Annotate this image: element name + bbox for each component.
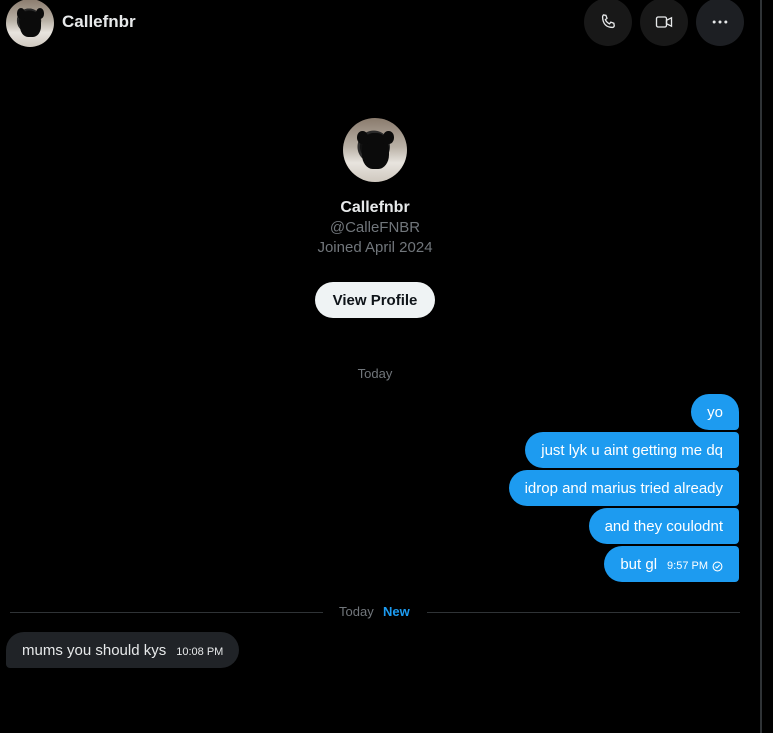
divider-label: Today: [339, 604, 374, 619]
message-text: idrop and marius tried already: [524, 479, 723, 497]
divider-line-right: [427, 612, 740, 613]
message-timestamp: 9:57 PM: [667, 560, 708, 572]
scrollbar-gutter[interactable]: [762, 0, 773, 733]
puppy-avatar-image: [357, 130, 394, 170]
header-avatar[interactable]: [6, 0, 54, 47]
view-profile-button[interactable]: View Profile: [315, 282, 435, 318]
video-camera-icon: [655, 16, 673, 28]
outgoing-message[interactable]: idrop and marius tried already: [508, 470, 739, 506]
video-call-button[interactable]: [640, 0, 688, 46]
message-text: just lyk u aint getting me dq: [541, 441, 723, 459]
seen-check-icon: [712, 561, 723, 571]
message-text: yo: [707, 403, 723, 421]
outgoing-message[interactable]: yo: [691, 394, 739, 430]
profile-name: Callefnbr: [340, 199, 410, 216]
call-button[interactable]: [584, 0, 632, 46]
profile-avatar[interactable]: [343, 118, 407, 182]
profile-joined-date: Joined April 2024: [317, 239, 433, 256]
divider-line-left: [10, 612, 323, 613]
new-messages-badge: New: [383, 604, 410, 619]
conversation-pane: Callefnbr Callefnbr @CalleFNBR Joined Ap…: [0, 0, 760, 733]
message-time: 9:57 PM: [667, 560, 723, 572]
profile-handle: @CalleFNBR: [329, 219, 421, 236]
message-text: but gl: [620, 555, 658, 573]
day-separator: Today: [357, 366, 393, 381]
outgoing-message[interactable]: but gl 9:57 PM: [604, 546, 739, 582]
outgoing-message[interactable]: and they coulodnt: [588, 508, 739, 544]
outgoing-message[interactable]: just lyk u aint getting me dq: [525, 432, 739, 468]
message-text: mums you should kys: [22, 641, 167, 659]
message-text: and they coulodnt: [604, 517, 723, 535]
more-horizontal-icon: [712, 20, 728, 24]
puppy-avatar-image: [16, 8, 45, 38]
message-timestamp: 10:08 PM: [176, 646, 224, 658]
more-button[interactable]: [696, 0, 744, 46]
incoming-message[interactable]: mums you should kys 10:08 PM: [6, 632, 240, 668]
header-name[interactable]: Callefnbr: [62, 12, 136, 32]
phone-icon: [601, 14, 615, 29]
